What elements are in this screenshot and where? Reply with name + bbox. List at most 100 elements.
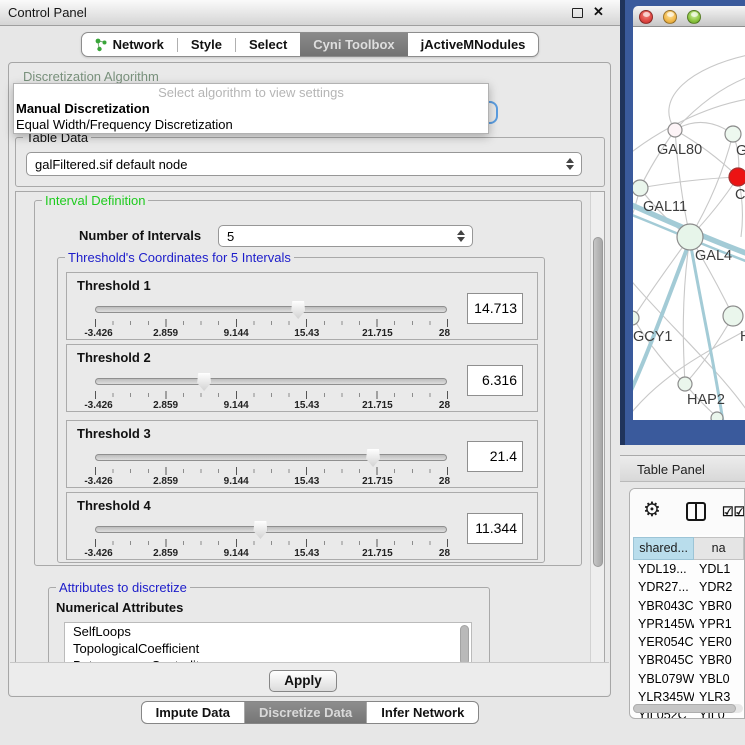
network-graph: GAL80 G C GAL11 GAL4 GCY1 H HAP2 <box>633 27 745 420</box>
threshold-2-panel: Threshold 2 -3.426 2.859 9.144 15.43 <box>66 344 538 412</box>
tab-discretize-data[interactable]: Discretize Data <box>244 702 366 723</box>
algorithm-dropdown-popup: Select algorithm to view settings Manual… <box>13 83 489 134</box>
slider-ticks <box>95 319 448 327</box>
threshold-value-field[interactable]: 6.316 <box>467 365 523 396</box>
threshold-slider-track[interactable] <box>95 306 447 313</box>
table-row[interactable]: YPR145WYPR1 <box>630 615 744 633</box>
numerical-attributes-label: Numerical Attributes <box>56 600 183 615</box>
node-labels: GAL80 G C GAL11 GAL4 GCY1 H HAP2 <box>633 142 745 408</box>
list-item[interactable]: TopologicalCoefficient <box>65 640 471 657</box>
svg-text:GCY1: GCY1 <box>633 329 673 345</box>
node-bottom <box>711 412 723 420</box>
num-intervals-label: Number of Intervals <box>79 228 201 243</box>
tab-network[interactable]: Network <box>82 33 177 56</box>
gear-icon[interactable]: ⚙ <box>643 497 661 522</box>
apply-button[interactable]: Apply <box>269 670 337 692</box>
threshold-slider-thumb[interactable] <box>366 449 380 467</box>
threshold-1-panel: Threshold 1 -3.426 2.859 9.144 15.43 <box>66 272 538 340</box>
combo-spinner-icon <box>566 158 574 170</box>
close-traffic-light-icon[interactable] <box>639 10 653 24</box>
table-row[interactable]: YER054CYER0 <box>630 633 744 651</box>
node-hap2 <box>678 377 692 391</box>
slider-tick-labels: -3.426 2.859 9.144 15.43 21.715 28 <box>95 476 448 487</box>
table-row[interactable]: YDR27...YDR2 <box>630 578 744 596</box>
numerical-attributes-list[interactable]: SelfLoops TopologicalCoefficient Between… <box>64 622 472 664</box>
threshold-slider-thumb[interactable] <box>197 373 211 391</box>
threshold-value-field[interactable]: 11.344 <box>467 513 523 544</box>
interval-definition-group: Interval Definition Number of Intervals … <box>34 200 582 566</box>
node-g <box>725 126 741 142</box>
dropdown-option-equal-width[interactable]: Equal Width/Frequency Discretization <box>14 117 488 133</box>
threshold-3-panel: Threshold 3 -3.426 2.859 9.144 15.43 <box>66 420 538 488</box>
combo-spinner-icon <box>457 230 465 242</box>
table-header-row: shared... na <box>630 537 744 560</box>
threshold-value-field[interactable]: 21.4 <box>467 441 523 472</box>
slider-ticks <box>95 539 448 547</box>
scrollbar-thumb[interactable] <box>633 704 736 713</box>
select-columns-icon[interactable]: ☑☑ <box>722 504 745 520</box>
thresholds-group: Threshold's Coordinates for 5 Intervals … <box>57 257 545 563</box>
tab-jactivemnodules[interactable]: jActiveMNodules <box>408 33 539 56</box>
panel-title: Control Panel <box>8 5 87 20</box>
window-frame <box>620 0 625 445</box>
svg-text:G: G <box>736 143 745 159</box>
threshold-slider-track[interactable] <box>95 378 447 385</box>
close-icon[interactable]: ✕ <box>593 4 604 20</box>
threshold-slider-thumb[interactable] <box>291 301 305 319</box>
threshold-slider-thumb[interactable] <box>253 521 267 539</box>
node-gal11 <box>633 180 648 196</box>
minimize-traffic-light-icon[interactable] <box>663 10 677 24</box>
slider-tick-labels: -3.426 2.859 9.144 15.43 21.715 28 <box>95 400 448 411</box>
table-row[interactable]: YBR045CYBR0 <box>630 651 744 669</box>
split-columns-icon[interactable] <box>686 502 706 521</box>
tab-cyni-toolbox[interactable]: Cyni Toolbox <box>300 33 407 56</box>
thresholds-group-title: Threshold's Coordinates for 5 Intervals <box>65 250 294 265</box>
table-data-combobox[interactable]: galFiltered.sif default node <box>26 152 582 176</box>
scrollbar-thumb[interactable] <box>593 237 603 567</box>
threshold-label: Threshold 4 <box>77 498 151 513</box>
list-scrollbar[interactable] <box>460 625 469 664</box>
column-header-name[interactable]: na <box>694 537 744 560</box>
column-header-shared[interactable]: shared... <box>633 537 694 560</box>
svg-text:GAL80: GAL80 <box>657 142 702 158</box>
table-panel: ⚙ ☑☑ shared... na YDL19...YDL1 YDR27...Y… <box>629 488 745 719</box>
cyni-panel: Discretization Algorithm Select algorith… <box>8 62 611 697</box>
table-row[interactable]: YDL19...YDL1 <box>630 560 744 578</box>
threshold-slider-track[interactable] <box>95 526 447 533</box>
table-row[interactable]: YBL079WYBL0 <box>630 670 744 688</box>
slider-tick-labels: -3.426 2.859 9.144 15.43 21.715 28 <box>95 548 448 559</box>
network-icon <box>95 38 108 52</box>
num-intervals-combobox[interactable]: 5 <box>218 225 473 247</box>
dropdown-option-manual[interactable]: Manual Discretization <box>14 101 488 117</box>
network-canvas[interactable]: GAL80 G C GAL11 GAL4 GCY1 H HAP2 <box>633 27 745 420</box>
node-table: shared... na YDL19...YDL1 YDR27...YDR2 Y… <box>630 537 744 719</box>
list-item[interactable]: SelfLoops <box>65 623 471 640</box>
dropdown-placeholder: Select algorithm to view settings <box>14 84 488 101</box>
vertical-scrollbar[interactable] <box>590 192 604 663</box>
threshold-label: Threshold 3 <box>77 426 151 441</box>
bottom-tabbar: Impute Data Discretize Data Infer Networ… <box>0 701 620 724</box>
table-row[interactable]: YBR043CYBR0 <box>630 597 744 615</box>
network-window-titlebar <box>633 6 745 27</box>
tab-impute-data[interactable]: Impute Data <box>142 702 244 723</box>
threshold-slider-track[interactable] <box>95 454 447 461</box>
table-panel-header: Table Panel <box>620 455 745 482</box>
control-panel: Control Panel ✕ Network Style <box>0 0 620 745</box>
settings-scroll-panel: Interval Definition Number of Intervals … <box>15 191 605 664</box>
threshold-value-field[interactable]: 14.713 <box>467 293 523 324</box>
threshold-4-panel: Threshold 4 -3.426 2.859 9.144 15.43 <box>66 492 538 560</box>
tab-infer-network[interactable]: Infer Network <box>366 702 478 723</box>
slider-tick-labels: -3.426 2.859 9.144 15.43 21.715 28 <box>95 328 448 339</box>
horizontal-scrollbar[interactable] <box>633 704 743 713</box>
table-toolbar: ⚙ ☑☑ <box>630 489 744 535</box>
threshold-label: Threshold 2 <box>77 350 151 365</box>
float-window-icon[interactable] <box>572 8 583 18</box>
interval-group-title: Interval Definition <box>42 193 148 208</box>
tab-select[interactable]: Select <box>236 33 300 56</box>
screen: Control Panel ✕ Network Style <box>0 0 745 745</box>
apply-row: Apply <box>10 662 609 695</box>
tab-style[interactable]: Style <box>178 33 235 56</box>
zoom-traffic-light-icon[interactable] <box>687 10 701 24</box>
svg-text:GAL4: GAL4 <box>695 248 732 264</box>
svg-text:C: C <box>735 187 745 203</box>
